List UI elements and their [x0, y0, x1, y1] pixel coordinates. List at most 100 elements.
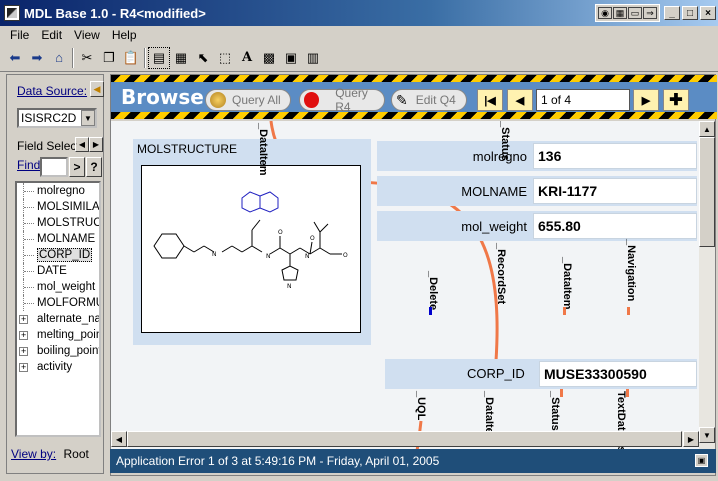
expand-plus-icon[interactable]: + — [19, 363, 28, 372]
find-go-button[interactable]: > — [69, 157, 85, 177]
query-r4-button[interactable]: Query R4 — [299, 86, 385, 114]
navigation-marker — [627, 307, 630, 315]
new-record-button[interactable]: ✚ — [663, 89, 689, 111]
view-by: View by: Root — [11, 447, 89, 461]
window-icon[interactable]: ▭ — [628, 7, 642, 19]
molstructure-label: MOLSTRUCTURE — [137, 142, 238, 156]
grid-icon[interactable]: ▦ — [613, 7, 627, 19]
horizontal-scrollbar[interactable]: ◀ ▶ — [111, 431, 699, 447]
box-select-icon[interactable]: ⬚ — [214, 47, 236, 69]
data-source-link[interactable]: Data Source: — [17, 84, 87, 98]
home-icon[interactable]: ⌂ — [48, 47, 70, 69]
menu-edit[interactable]: Edit — [35, 28, 68, 42]
expand-plus-icon[interactable]: + — [19, 347, 28, 356]
chevron-down-icon: ▼ — [81, 110, 95, 126]
box-tool-icon[interactable]: ▣ — [280, 47, 302, 69]
find-input[interactable] — [40, 157, 68, 177]
molecule-structure-image[interactable]: N N N O O O N — [141, 165, 361, 333]
tree-item-label: DATE — [37, 265, 67, 277]
svg-text:N: N — [287, 283, 292, 290]
forward-arrow-icon[interactable]: ➡ — [26, 47, 48, 69]
mol-weight-field[interactable]: 655.80 — [533, 213, 697, 239]
hazard-stripe-top — [111, 75, 717, 82]
view-by-value: Root — [63, 447, 89, 461]
status-window-icon[interactable]: ▣ — [695, 454, 708, 467]
molname-field[interactable]: KRI-1177 — [533, 178, 697, 204]
vertical-scroll-thumb[interactable] — [699, 137, 715, 247]
find-link[interactable]: Find — [17, 158, 40, 172]
tree-item[interactable]: MOLNAME — [17, 231, 99, 247]
toolbar: ⬅ ➡ ⌂ ✂ ❐ 📋 ▤ ▦ ⬉ ⬚ A ▩ ▣ ▥ — [0, 44, 718, 72]
horizontal-scroll-thumb[interactable] — [127, 431, 682, 447]
minimize-button[interactable]: _ — [664, 6, 680, 20]
delete-marker — [429, 307, 432, 315]
paste-icon[interactable]: 📋 — [120, 47, 142, 69]
scroll-down-icon[interactable]: ▼ — [699, 427, 715, 443]
select-form-icon[interactable]: ▤ — [148, 46, 170, 69]
molecule-drawing: N N N O O O N — [153, 191, 348, 290]
vertical-scrollbar[interactable]: ▲ ▼ — [699, 121, 715, 457]
tree-item[interactable]: MOLSTRUCT — [17, 215, 99, 231]
table-tool-icon[interactable]: ▥ — [302, 47, 324, 69]
first-record-button[interactable]: |◀ — [477, 89, 503, 111]
view-by-link[interactable]: View by: — [11, 447, 56, 461]
tree-item[interactable]: MOLSIMILAR — [17, 199, 99, 215]
copy-icon[interactable]: ❐ — [98, 47, 120, 69]
find-help-button[interactable]: ? — [86, 157, 102, 177]
back-arrow-icon[interactable]: ⬅ — [4, 47, 26, 69]
edit-q4-button[interactable]: ✎ Edit Q4 — [391, 89, 467, 111]
svg-text:N: N — [305, 253, 310, 260]
dataitem-tag: _DataItem — [561, 257, 573, 310]
tree-group[interactable]: + activity — [17, 359, 99, 375]
status-bar: Application Error 1 of 3 at 5:49:16 PM -… — [110, 449, 716, 473]
query-all-button[interactable]: Query All — [205, 89, 291, 111]
tray-icons: ◉ ▦ ▭ ⇒ — [595, 4, 660, 22]
arrow-icon[interactable]: ⇒ — [643, 7, 657, 19]
tree-item[interactable]: mol_weight — [17, 279, 99, 295]
scroll-left-icon[interactable]: ◀ — [75, 137, 89, 152]
molname-row: MOLNAME KRI-1177 — [377, 176, 697, 206]
next-record-button[interactable]: ▶ — [633, 89, 659, 111]
tree-group[interactable]: + boiling_point — [17, 343, 99, 359]
tree-group[interactable]: + alternate_nar — [17, 311, 99, 327]
tree-item[interactable]: molregno — [17, 183, 99, 199]
tree-item-label: MOLSTRUCT — [37, 217, 101, 229]
text-tool-icon[interactable]: A — [236, 47, 258, 69]
tree-item[interactable]: DATE — [17, 263, 99, 279]
menu-file[interactable]: File — [4, 28, 35, 42]
record-position-field[interactable]: 1 of 4 — [536, 89, 630, 111]
grid-tool-icon[interactable]: ▩ — [258, 47, 280, 69]
tree-group[interactable]: + melting_point — [17, 327, 99, 343]
browse-bar: Browse Query All Query R4 ✎ Edit Q4 |◀ ◀… — [111, 75, 717, 119]
cut-icon[interactable]: ✂ — [76, 47, 98, 69]
tree-item-selected[interactable]: CORP_ID — [17, 247, 99, 263]
scroll-right-icon[interactable]: ▶ — [89, 137, 103, 152]
corp-id-field[interactable]: MUSE33300590 — [539, 361, 697, 387]
close-button[interactable]: × — [700, 6, 716, 20]
tree-item-label: MOLSIMILAR — [37, 201, 101, 213]
form-layout-icon[interactable]: ▦ — [170, 47, 192, 69]
collapse-panel-icon[interactable]: ◀ — [90, 81, 104, 97]
browse-title: Browse — [121, 85, 204, 109]
menu-help[interactable]: Help — [106, 28, 143, 42]
expand-plus-icon[interactable]: + — [19, 331, 28, 340]
molregno-field[interactable]: 136 — [533, 143, 697, 169]
expand-plus-icon[interactable]: + — [19, 315, 28, 324]
scroll-left-icon[interactable]: ◀ — [111, 431, 127, 447]
corp-id-label: CORP_ID — [467, 366, 525, 381]
toolbar-separator — [144, 47, 146, 68]
database-icon — [210, 92, 226, 108]
dataitem-tag: _DataItem — [257, 123, 269, 176]
tree-item-label: activity — [37, 361, 73, 373]
recordset-tag: _RecordSet — [495, 243, 507, 305]
camera-icon[interactable]: ◉ — [598, 7, 612, 19]
menu-view[interactable]: View — [68, 28, 106, 42]
maximize-button[interactable]: □ — [682, 6, 698, 20]
scroll-up-icon[interactable]: ▲ — [699, 121, 715, 137]
scroll-right-icon[interactable]: ▶ — [683, 431, 699, 447]
pointer-icon[interactable]: ⬉ — [192, 47, 214, 69]
tree-item-label: CORP_ID — [37, 248, 93, 262]
previous-record-button[interactable]: ◀ — [507, 89, 533, 111]
tree-item[interactable]: MOLFORMU — [17, 295, 99, 311]
data-source-select[interactable]: ISISRC2D ▼ — [17, 108, 97, 128]
